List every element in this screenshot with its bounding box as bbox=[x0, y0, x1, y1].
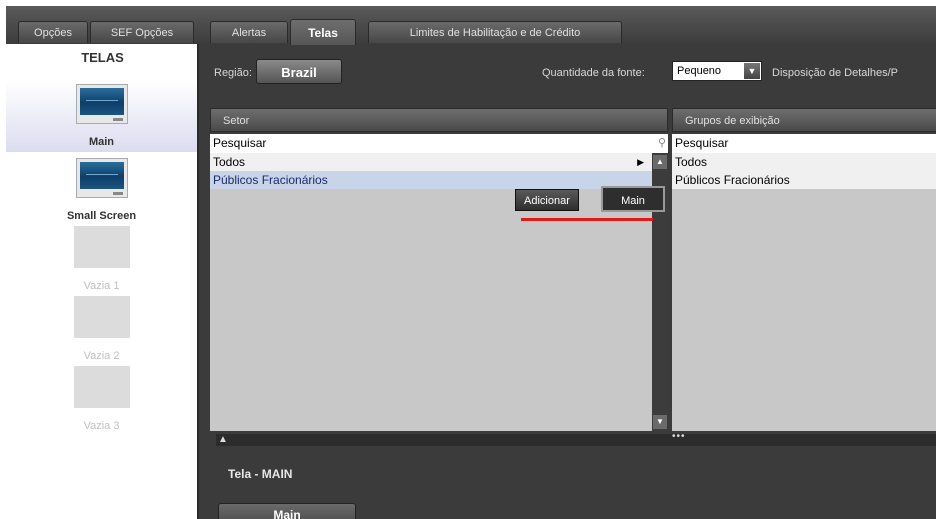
highlight-underline bbox=[521, 218, 653, 221]
tab-telas[interactable]: Telas bbox=[290, 19, 356, 45]
scroll-up-icon[interactable]: ▲ bbox=[653, 155, 667, 169]
tab-sef-opcoes[interactable]: SEF Opções bbox=[90, 21, 194, 43]
screen-item-vazia-2[interactable]: Vazia 2 bbox=[6, 296, 197, 366]
layout-label: Disposição de Detalhes/P bbox=[772, 67, 898, 79]
screen-item-vazia-1[interactable]: Vazia 1 bbox=[6, 224, 197, 296]
groups-list: Todos Públicos Fracionários bbox=[672, 153, 936, 431]
groups-search-input[interactable]: Pesquisar bbox=[672, 134, 936, 153]
screens-sidebar: TELAS Main Small Screen Vazia 1 Vazia 2 … bbox=[6, 44, 199, 519]
list-item[interactable]: Públicos Fracionários bbox=[210, 171, 652, 189]
screen-item-main[interactable]: Main bbox=[6, 80, 197, 152]
list-item-label: Públicos Fracionários bbox=[213, 173, 328, 187]
screen-label: Small Screen bbox=[66, 210, 137, 222]
sector-panel-header: Setor bbox=[210, 108, 668, 132]
empty-slot-icon bbox=[74, 296, 130, 338]
empty-slot-icon bbox=[74, 226, 130, 268]
screen-item-vazia-3[interactable]: Vazia 3 bbox=[6, 366, 197, 438]
tab-bar: Opções SEF Opções Alertas Telas Limites … bbox=[6, 6, 936, 45]
screen-label: Vazia 2 bbox=[83, 350, 120, 362]
screen-label: Vazia 3 bbox=[83, 420, 120, 432]
sidebar-title: TELAS bbox=[81, 50, 124, 65]
empty-slot-icon bbox=[74, 366, 130, 408]
screen-item-small-screen[interactable]: Small Screen bbox=[6, 152, 197, 224]
tab-opcoes[interactable]: Opções bbox=[18, 21, 88, 43]
add-submenu-main[interactable]: Main bbox=[601, 186, 665, 212]
chevron-down-icon[interactable]: ▼ bbox=[744, 63, 760, 79]
screen-label: Vazia 1 bbox=[83, 280, 120, 292]
bottom-tab-main[interactable]: Main bbox=[218, 503, 356, 519]
region-button[interactable]: Brazil bbox=[256, 59, 342, 84]
list-item[interactable]: Todos ▶ bbox=[210, 153, 652, 171]
monitor-icon bbox=[76, 84, 128, 124]
screen-label: Main bbox=[88, 136, 115, 148]
list-item-label: Públicos Fracionários bbox=[675, 173, 790, 187]
add-menu-item[interactable]: Adicionar bbox=[515, 189, 579, 211]
font-size-value: Pequeno bbox=[677, 65, 722, 77]
sector-search-placeholder: Pesquisar bbox=[213, 136, 267, 150]
preferences-window: Opções SEF Opções Alertas Telas Limites … bbox=[6, 6, 936, 519]
chevron-right-icon: ▶ bbox=[637, 157, 644, 167]
groups-panel-header: Grupos de exibição bbox=[672, 108, 936, 132]
sector-search-input[interactable]: Pesquisar ⚲ bbox=[210, 134, 668, 153]
scroll-down-icon[interactable]: ▼ bbox=[653, 415, 667, 429]
font-size-label: Quantidade da fonte: bbox=[542, 67, 645, 79]
screen-title: Tela - MAIN bbox=[228, 467, 293, 481]
font-size-select[interactable]: Pequeno ▼ bbox=[672, 61, 762, 81]
tab-limites[interactable]: Limites de Habilitação e de Crédito bbox=[368, 21, 622, 43]
collapse-up-icon[interactable]: ▲ bbox=[218, 434, 228, 445]
splitter-grip-icon[interactable]: ••• bbox=[672, 431, 686, 442]
search-icon: ⚲ bbox=[657, 137, 666, 149]
list-item[interactable]: Todos bbox=[672, 153, 936, 171]
sector-list: Todos ▶ Públicos Fracionários bbox=[210, 153, 652, 431]
list-item-label: Todos bbox=[213, 155, 246, 169]
monitor-icon bbox=[76, 158, 128, 198]
list-item[interactable]: Públicos Fracionários bbox=[672, 171, 936, 189]
list-item-label: Todos bbox=[675, 155, 708, 169]
tab-alertas[interactable]: Alertas bbox=[210, 21, 288, 43]
region-label: Região: bbox=[214, 67, 252, 79]
groups-search-placeholder: Pesquisar bbox=[675, 136, 729, 150]
panel-splitter[interactable] bbox=[216, 434, 936, 446]
